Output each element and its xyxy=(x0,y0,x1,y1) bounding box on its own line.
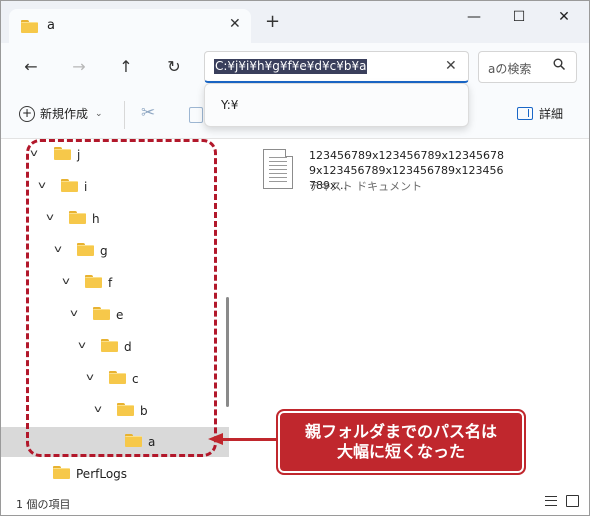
address-input[interactable]: C:¥j¥i¥h¥g¥f¥e¥d¥c¥b¥a xyxy=(214,59,368,74)
callout-line-2: 大幅に短くなった xyxy=(336,442,465,461)
up-button[interactable]: ↑ xyxy=(114,57,138,76)
file-item[interactable]: 123456789x123456789x123456789x123456789x… xyxy=(259,147,519,195)
refresh-button[interactable]: ↻ xyxy=(162,57,186,76)
text-document-icon xyxy=(263,149,293,189)
callout-line-1: 親フォルダまでのパス名は xyxy=(304,422,497,441)
callout-arrow-line xyxy=(223,438,277,441)
back-button[interactable]: ← xyxy=(19,57,43,76)
address-suggestions-dropdown: Y:¥ xyxy=(204,83,469,127)
tab-a[interactable]: a ✕ xyxy=(9,9,251,43)
status-bar: 1 個の項目 xyxy=(1,489,589,515)
forward-button[interactable]: → xyxy=(67,57,91,76)
search-input[interactable]: aの検索 xyxy=(488,60,552,77)
search-box[interactable]: aの検索 xyxy=(478,51,577,83)
details-button[interactable]: 詳細 xyxy=(517,105,563,122)
tree-item-perflogs[interactable]: PerfLogs xyxy=(1,459,229,489)
cut-icon[interactable]: ✂ xyxy=(141,103,155,123)
folder-icon xyxy=(53,466,70,479)
details-view-icon[interactable] xyxy=(545,496,557,506)
details-label: 詳細 xyxy=(539,107,564,121)
highlight-box xyxy=(26,139,217,457)
tree-item-label: PerfLogs xyxy=(76,467,128,481)
tiles-view-icon[interactable] xyxy=(566,495,579,507)
new-tab-button[interactable]: + xyxy=(265,13,280,31)
clear-address-icon[interactable]: ✕ xyxy=(445,58,457,74)
title-bar: a ✕ + — ☐ ✕ xyxy=(1,1,589,43)
suggestion-item[interactable]: Y:¥ xyxy=(221,98,238,112)
item-count: 1 個の項目 xyxy=(16,498,71,511)
toolbar-divider xyxy=(124,101,125,129)
close-tab-icon[interactable]: ✕ xyxy=(229,16,241,32)
new-button-label: 新規作成 xyxy=(40,107,89,121)
search-icon[interactable] xyxy=(553,58,566,75)
details-pane-icon xyxy=(517,107,533,120)
maximize-button[interactable]: ☐ xyxy=(507,9,531,29)
close-window-button[interactable]: ✕ xyxy=(552,9,576,29)
navigation-pane-scrollbar[interactable] xyxy=(226,297,229,407)
address-bar[interactable]: C:¥j¥i¥h¥g¥f¥e¥d¥c¥b¥a ✕ xyxy=(204,51,469,83)
tab-title: a xyxy=(47,18,55,33)
file-type: テキスト ドキュメント xyxy=(309,180,423,193)
new-button[interactable]: + 新規作成 ⌄ xyxy=(19,105,103,122)
folder-icon xyxy=(21,20,38,33)
callout-arrow-head xyxy=(208,433,223,445)
annotation-callout: 親フォルダまでのパス名は 大幅に短くなった xyxy=(276,409,526,475)
copy-icon[interactable] xyxy=(189,107,203,123)
plus-icon: + xyxy=(19,105,35,122)
minimize-button[interactable]: — xyxy=(462,9,486,29)
file-explorer-window: a ✕ + — ☐ ✕ ← → ↑ ↻ C:¥j¥i¥h¥g¥f¥e¥d¥c¥b… xyxy=(0,0,590,516)
chevron-down-icon: ⌄ xyxy=(95,108,103,119)
